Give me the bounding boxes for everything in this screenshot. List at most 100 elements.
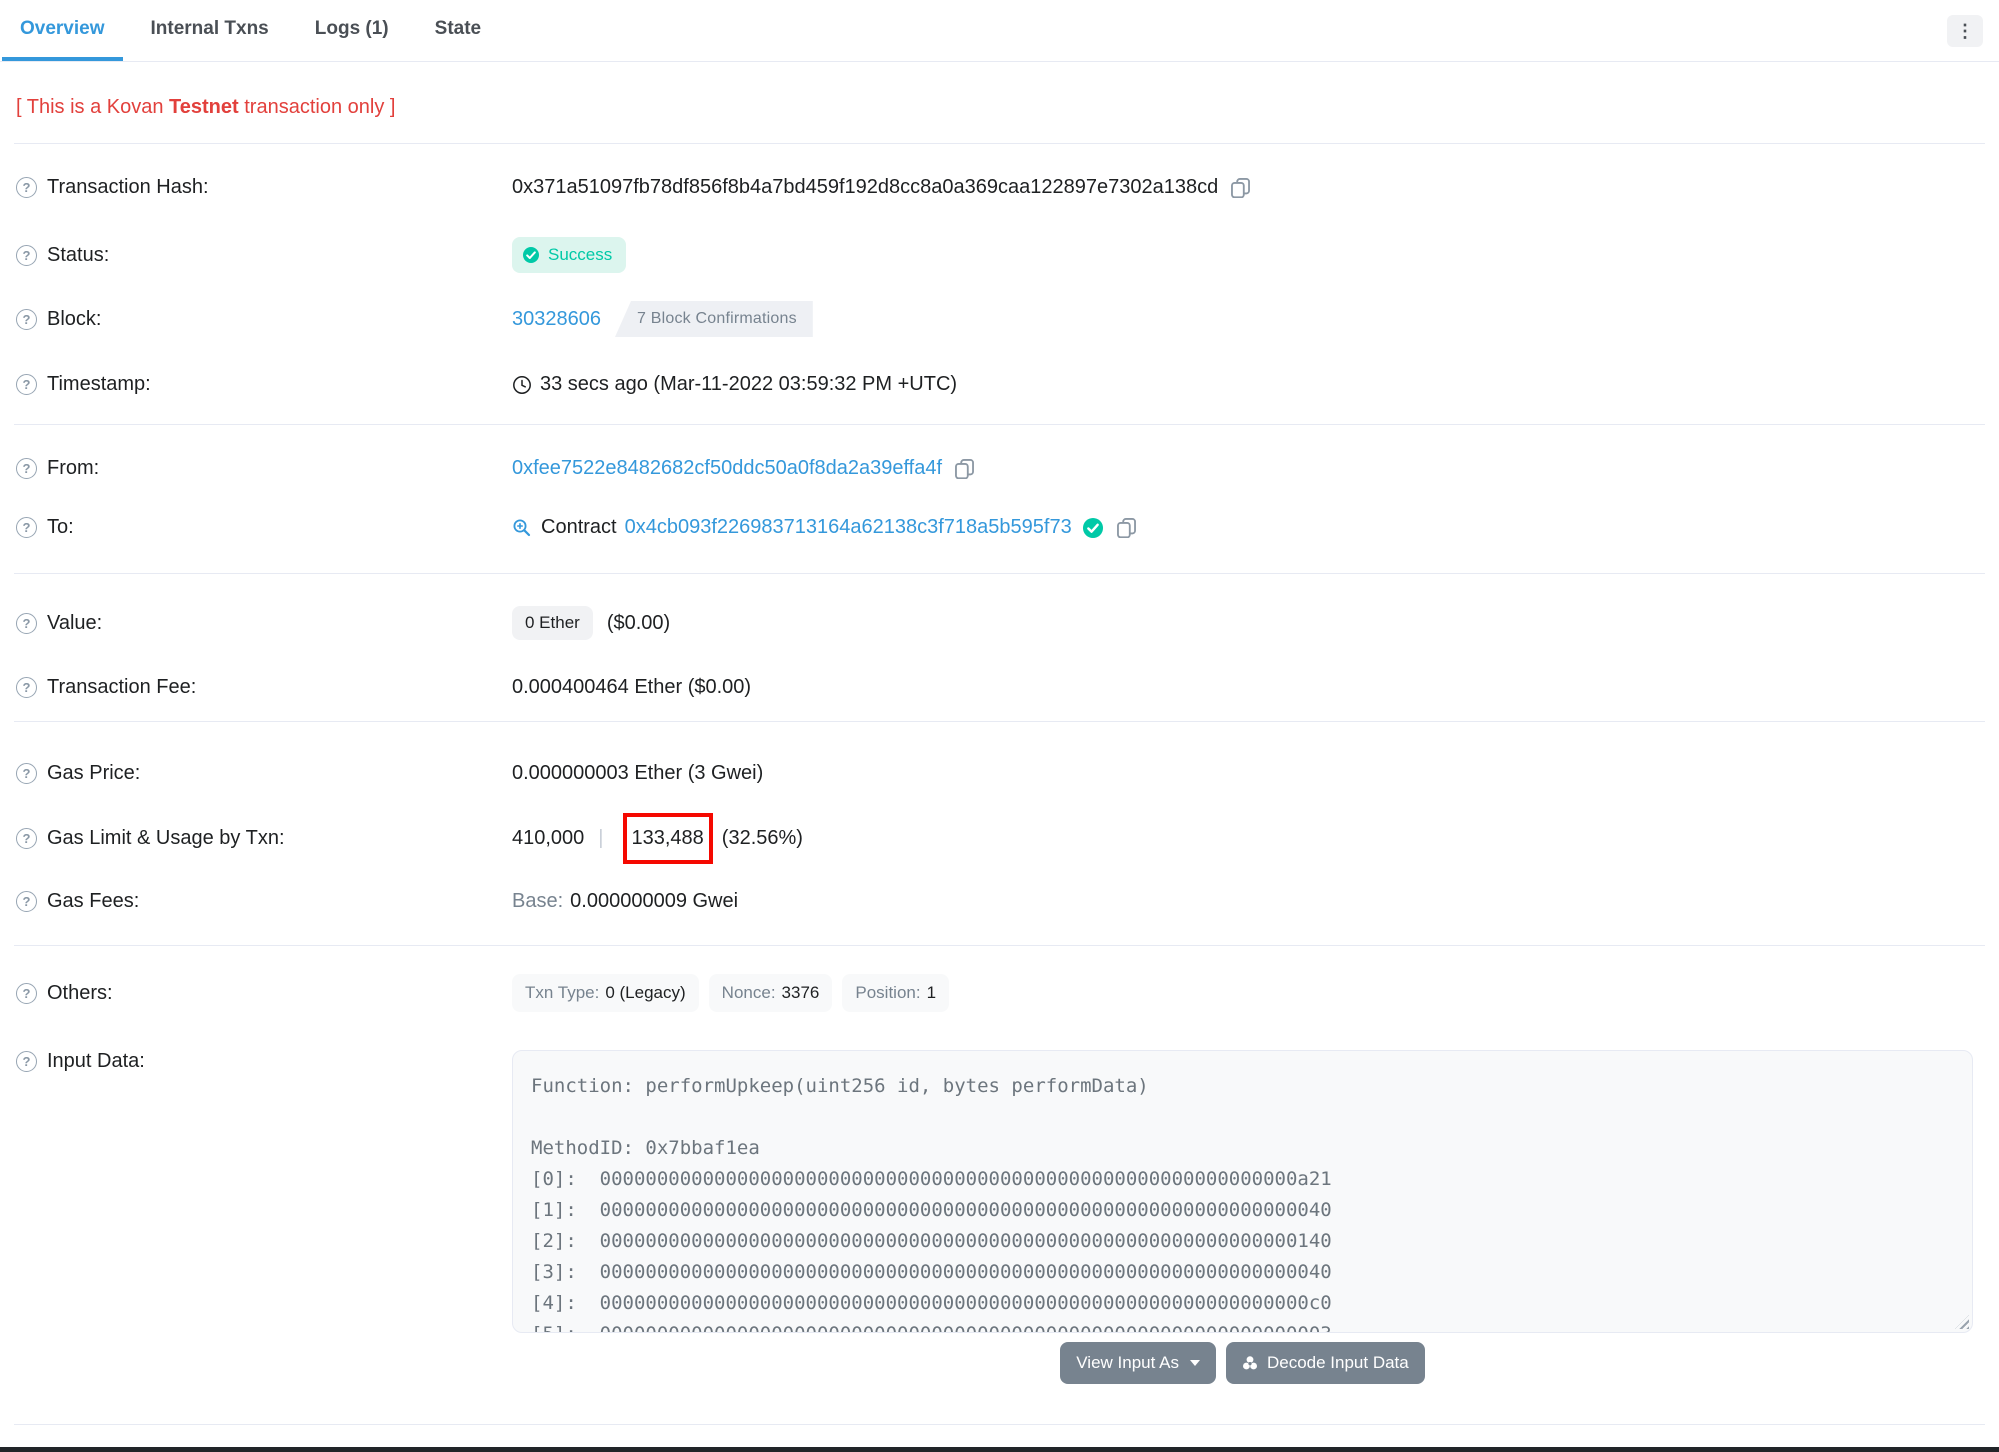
gas-limit-label: Gas Limit & Usage by Txn: [47, 827, 285, 849]
status-badge: Success [512, 237, 627, 273]
tab-internal-txns[interactable]: Internal Txns [133, 0, 287, 61]
help-icon[interactable]: ? [16, 891, 37, 912]
timestamp-label: Timestamp: [47, 373, 151, 395]
gas-fees-base-value: 0.000000009 Gwei [570, 890, 739, 912]
gas-price-value: 0.000000003 Ether (3 Gwei) [512, 762, 764, 784]
help-icon[interactable]: ? [16, 982, 37, 1004]
tab-state[interactable]: State [417, 0, 499, 61]
help-icon[interactable]: ? [16, 828, 37, 849]
input-data-line: [5]: 00000000000000000000000000000000000… [531, 1319, 1954, 1332]
row-input-data: ? Input Data: Function: performUpkeep(ui… [0, 1050, 1999, 1384]
value-label: Value: [47, 611, 103, 634]
row-others: ? Others: Txn Type: 0 (Legacy) Nonce: 33… [0, 974, 1999, 1012]
position-chip-label: Position: [855, 983, 921, 1002]
input-data-line: [4]: 00000000000000000000000000000000000… [531, 1292, 1332, 1314]
value-usd: ($0.00) [606, 611, 671, 634]
txn-type-chip-label: Txn Type: [525, 983, 600, 1002]
transaction-hash-value: 0x371a51097fb78df856f8b4a7bd459f192d8cc8… [512, 176, 1219, 198]
nonce-chip-label: Nonce: [721, 983, 776, 1002]
row-gas-price: ? Gas Price: 0.000000003 Ether (3 Gwei) [0, 762, 1999, 785]
ether-value-badge: 0 Ether [512, 606, 593, 640]
input-data-line: [0]: 00000000000000000000000000000000000… [531, 1168, 1332, 1190]
decode-input-data-button[interactable]: Decode Input Data [1225, 1342, 1425, 1384]
input-data-line: [2]: 00000000000000000000000000000000000… [531, 1230, 1332, 1252]
nonce-chip-value: 3376 [781, 983, 820, 1002]
decode-input-data-label: Decode Input Data [1266, 1353, 1409, 1372]
row-gas-fees: ? Gas Fees: Base: 0.000000009 Gwei [0, 890, 1999, 913]
input-data-line: [1]: 00000000000000000000000000000000000… [531, 1199, 1332, 1221]
input-data-line: MethodID: 0x7bbaf1ea [531, 1137, 760, 1159]
more-options-button[interactable]: ⋮ [1947, 14, 1983, 47]
copy-icon[interactable] [954, 458, 975, 479]
from-label: From: [47, 457, 100, 479]
transaction-hash-label: Transaction Hash: [47, 176, 209, 198]
testnet-note: [ This is a Kovan Testnet transaction on… [16, 96, 1983, 120]
footer-edge [0, 1447, 1999, 1452]
tab-spacer [509, 0, 1947, 61]
row-gas-limit-usage: ? Gas Limit & Usage by Txn: 410,000 | 13… [0, 813, 1999, 864]
verified-check-icon [1082, 517, 1104, 539]
input-data-textarea[interactable]: Function: performUpkeep(uint256 id, byte… [512, 1050, 1973, 1333]
decode-icon [1242, 1355, 1258, 1371]
copy-icon[interactable] [1116, 517, 1137, 538]
input-data-label: Input Data: [47, 1050, 145, 1072]
transaction-fee-label: Transaction Fee: [47, 676, 197, 698]
gas-fees-base-label: Base: [512, 890, 564, 912]
input-data-actions: View Input As Decode Input Data [1060, 1342, 1425, 1384]
to-label: To: [47, 516, 74, 538]
testnet-note-bold: Testnet [169, 96, 239, 118]
block-label: Block: [47, 307, 102, 330]
help-icon[interactable]: ? [16, 308, 37, 330]
transaction-fee-value: 0.000400464 Ether ($0.00) [512, 676, 752, 698]
others-label: Others: [47, 981, 113, 1004]
to-address-link[interactable]: 0x4cb093f226983713164a62138c3f718a5b595f… [625, 516, 1072, 539]
row-to: ? To: Contract 0x4cb093f226983713164a621… [0, 516, 1999, 539]
testnet-note-prefix: [ This is a Kovan [16, 96, 170, 118]
resize-handle[interactable] [1955, 1315, 1969, 1329]
check-circle-icon [522, 246, 540, 264]
gas-fees-label: Gas Fees: [47, 890, 140, 912]
input-data-line: [3]: 00000000000000000000000000000000000… [531, 1261, 1332, 1283]
row-transaction-hash: ? Transaction Hash: 0x371a51097fb78df856… [0, 176, 1999, 199]
row-timestamp: ? Timestamp: 33 secs ago (Mar-11-2022 03… [0, 373, 1999, 396]
help-icon[interactable]: ? [16, 244, 37, 266]
tab-bar: Overview Internal Txns Logs (1) State ⋮ [0, 0, 1999, 62]
input-data-line: Function: performUpkeep(uint256 id, byte… [531, 1075, 1149, 1097]
view-input-as-button[interactable]: View Input As [1060, 1342, 1216, 1384]
help-icon[interactable]: ? [16, 1051, 37, 1072]
block-confirmations-badge: 7 Block Confirmations [614, 301, 813, 337]
help-icon[interactable]: ? [16, 458, 37, 479]
kebab-icon: ⋮ [1956, 20, 1974, 41]
gas-limit-value: 410,000 [512, 827, 585, 849]
search-plus-icon[interactable] [512, 518, 532, 538]
view-input-as-label: View Input As [1076, 1353, 1179, 1372]
help-icon[interactable]: ? [16, 612, 37, 634]
row-status: ? Status: Success [0, 237, 1999, 273]
copy-icon[interactable] [1230, 177, 1251, 198]
annotation-highlight-box: 133,488 [622, 813, 713, 864]
help-icon[interactable]: ? [16, 177, 37, 198]
block-number-link[interactable]: 30328606 [512, 308, 601, 331]
from-address-link[interactable]: 0xfee7522e8482682cf50ddc50a0f8da2a39effa… [512, 457, 942, 480]
gas-used-percent: (32.56%) [721, 827, 803, 849]
help-icon[interactable]: ? [16, 677, 37, 698]
input-data-line [531, 1102, 1954, 1133]
clock-icon [512, 375, 532, 395]
row-value: ? Value: 0 Ether ($0.00) [0, 606, 1999, 640]
gas-separator: | [598, 827, 604, 849]
help-icon[interactable]: ? [16, 517, 37, 538]
gas-price-label: Gas Price: [47, 762, 141, 784]
help-icon[interactable]: ? [16, 374, 37, 395]
tab-logs[interactable]: Logs (1) [297, 0, 407, 61]
row-from: ? From: 0xfee7522e8482682cf50ddc50a0f8da… [0, 457, 1999, 480]
timestamp-value: 33 secs ago (Mar-11-2022 03:59:32 PM +UT… [540, 373, 958, 395]
gas-used-value: 133,488 [631, 827, 704, 849]
tab-overview[interactable]: Overview [2, 0, 123, 61]
help-icon[interactable]: ? [16, 763, 37, 784]
caret-down-icon [1189, 1360, 1200, 1366]
divider [14, 1424, 1985, 1425]
testnet-note-suffix: transaction only ] [238, 96, 396, 118]
row-transaction-fee: ? Transaction Fee: 0.000400464 Ether ($0… [0, 676, 1999, 699]
to-contract-prefix: Contract [541, 516, 617, 538]
nonce-chip: Nonce: 3376 [708, 974, 833, 1012]
